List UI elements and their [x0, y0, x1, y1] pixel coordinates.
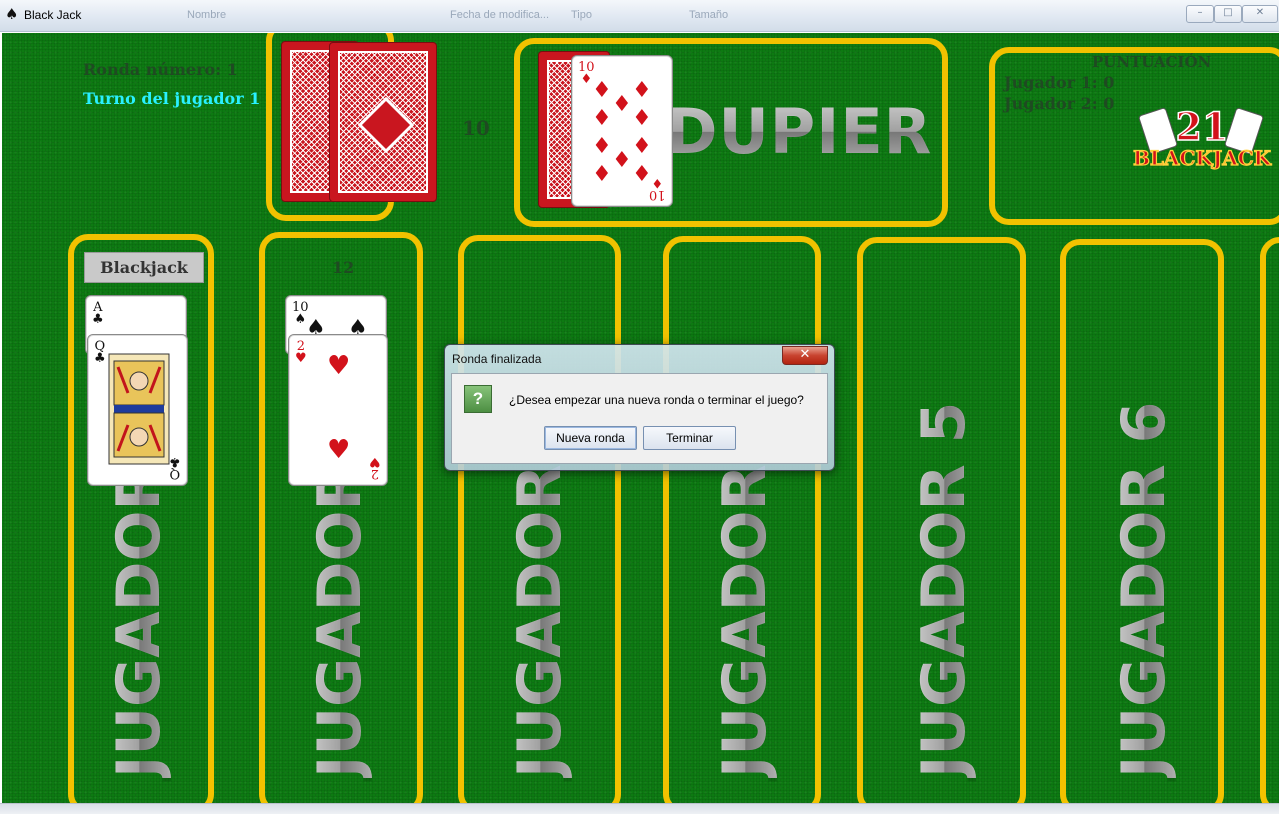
card-rank: 2 ♥: [295, 339, 307, 366]
round-label: Ronda número: 1: [83, 60, 238, 79]
card-rank: 10 ♦: [649, 175, 666, 202]
queen-face-icon: [108, 353, 170, 465]
dialog-title: Ronda finalizada: [452, 352, 542, 366]
player-2-status: 12: [332, 258, 355, 277]
new-round-button[interactable]: Nueva ronda: [544, 426, 637, 450]
diamond-pip-icon: ♦: [632, 162, 652, 187]
dealer-card: 10 ♦ 10 ♦ ♦ ♦ ♦ ♦ ♦ ♦ ♦ ♦ ♦ ♦: [571, 55, 673, 207]
deck-top-card[interactable]: [329, 42, 437, 202]
ghost-header: Tamaño: [689, 9, 729, 21]
dialog-message: ¿Desea empezar una nueva ronda o termina…: [509, 393, 804, 407]
player-1-status: Blackjack: [84, 252, 204, 283]
round-finished-dialog: Ronda finalizada ✕ ? ¿Desea empezar una …: [444, 344, 835, 471]
diamond-pip-icon: ♦: [592, 134, 612, 159]
player-2-card-2: 2 ♥ 2 ♥ ♥ ♥: [288, 334, 388, 486]
svg-text:21: 21: [1176, 105, 1229, 149]
window-title: Black Jack: [24, 8, 82, 22]
score-player-2: Jugador 2: 0: [1004, 94, 1115, 113]
dialog-content: ? ¿Desea empezar una nueva ronda o termi…: [451, 373, 828, 464]
player-1-card-2: Q ♣ Q ♣: [87, 334, 188, 486]
ghost-header: Tipo: [571, 9, 592, 21]
ghost-header: Nombre: [187, 9, 227, 21]
player-5-label: JUGADOR 5: [909, 401, 979, 778]
maximize-button[interactable]: □: [1214, 5, 1242, 23]
diamond-pip-icon: ♦: [592, 106, 612, 131]
score-title: PUNTUACIÓN: [1092, 53, 1212, 71]
dealer-label: DUPIER: [666, 95, 933, 168]
spade-icon: ♠: [5, 5, 19, 23]
diamond-pip-icon: ♦: [632, 134, 652, 159]
close-window-button[interactable]: ✕: [1242, 5, 1278, 23]
window-bottom-edge: [0, 803, 1279, 814]
diamond-pip-icon: ♦: [592, 78, 612, 103]
diamond-pip-icon: ♦: [592, 162, 612, 187]
finish-button[interactable]: Terminar: [643, 426, 736, 450]
diamond-pip-icon: ♦: [612, 92, 632, 117]
diamond-pip-icon: ♦: [612, 148, 632, 173]
player-7-frame: [1260, 237, 1279, 803]
minimize-button[interactable]: –: [1186, 5, 1214, 23]
card-rank: Q ♣: [169, 454, 181, 481]
dialog-close-button[interactable]: ✕: [782, 346, 828, 365]
blackjack-logo: 21 BLACKJACK: [1132, 105, 1272, 171]
svg-text:BLACKJACK: BLACKJACK: [1133, 146, 1272, 170]
turn-label: Turno del jugador 1: [83, 89, 261, 108]
heart-pip-icon: ♥: [327, 351, 351, 381]
score-player-1: Jugador 1: 0: [1004, 73, 1115, 92]
window-title-bar: ♠ Black Jack Nombre Fecha de modifica...…: [0, 0, 1279, 32]
card-rank: A ♣: [92, 300, 104, 327]
diamond-pip-icon: ♦: [632, 106, 652, 131]
deck-value: 10: [462, 116, 490, 140]
ghost-header: Fecha de modifica...: [450, 9, 550, 21]
question-icon: ?: [464, 385, 492, 413]
card-rank: Q ♣: [94, 339, 106, 366]
diamond-pip-icon: ♦: [632, 78, 652, 103]
heart-pip-icon: ♥: [327, 435, 351, 465]
card-rank: 2 ♥: [369, 454, 381, 481]
player-6-label: JUGADOR 6: [1109, 401, 1179, 778]
